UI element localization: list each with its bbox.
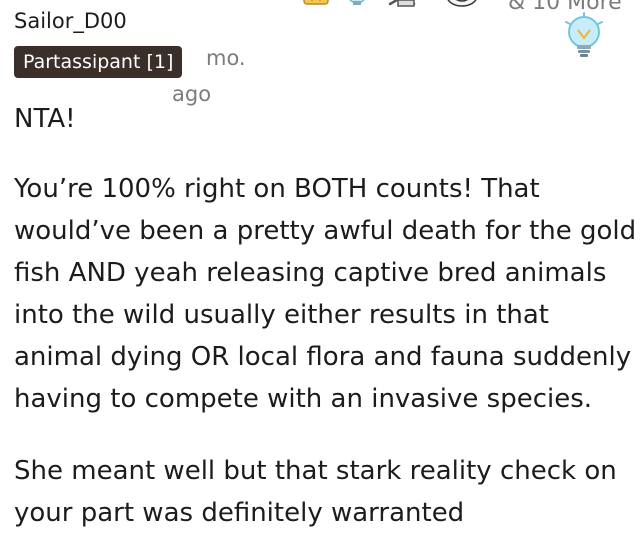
- face-award-icon: [444, 0, 480, 22]
- comment-paragraph: She meant well but that stark reality ch…: [14, 456, 617, 528]
- username-link[interactable]: Sailor_D00: [14, 9, 127, 33]
- crown-award-icon: [300, 0, 332, 22]
- award-count: 4: [482, 0, 496, 3]
- award-count: 3: [424, 0, 438, 3]
- timestamp-line1[interactable]: mo.: [206, 46, 246, 70]
- comment-paragraph: NTA!: [14, 104, 76, 134]
- cross-swords-award-icon: [386, 0, 418, 22]
- user-flair-badge: Partassipant [1]: [14, 46, 183, 78]
- lightbulb-award-large-icon: [562, 12, 606, 64]
- comment-paragraph: You’re 100% right on BOTH counts! That w…: [14, 174, 637, 414]
- lightbulb-award-icon: [342, 0, 372, 22]
